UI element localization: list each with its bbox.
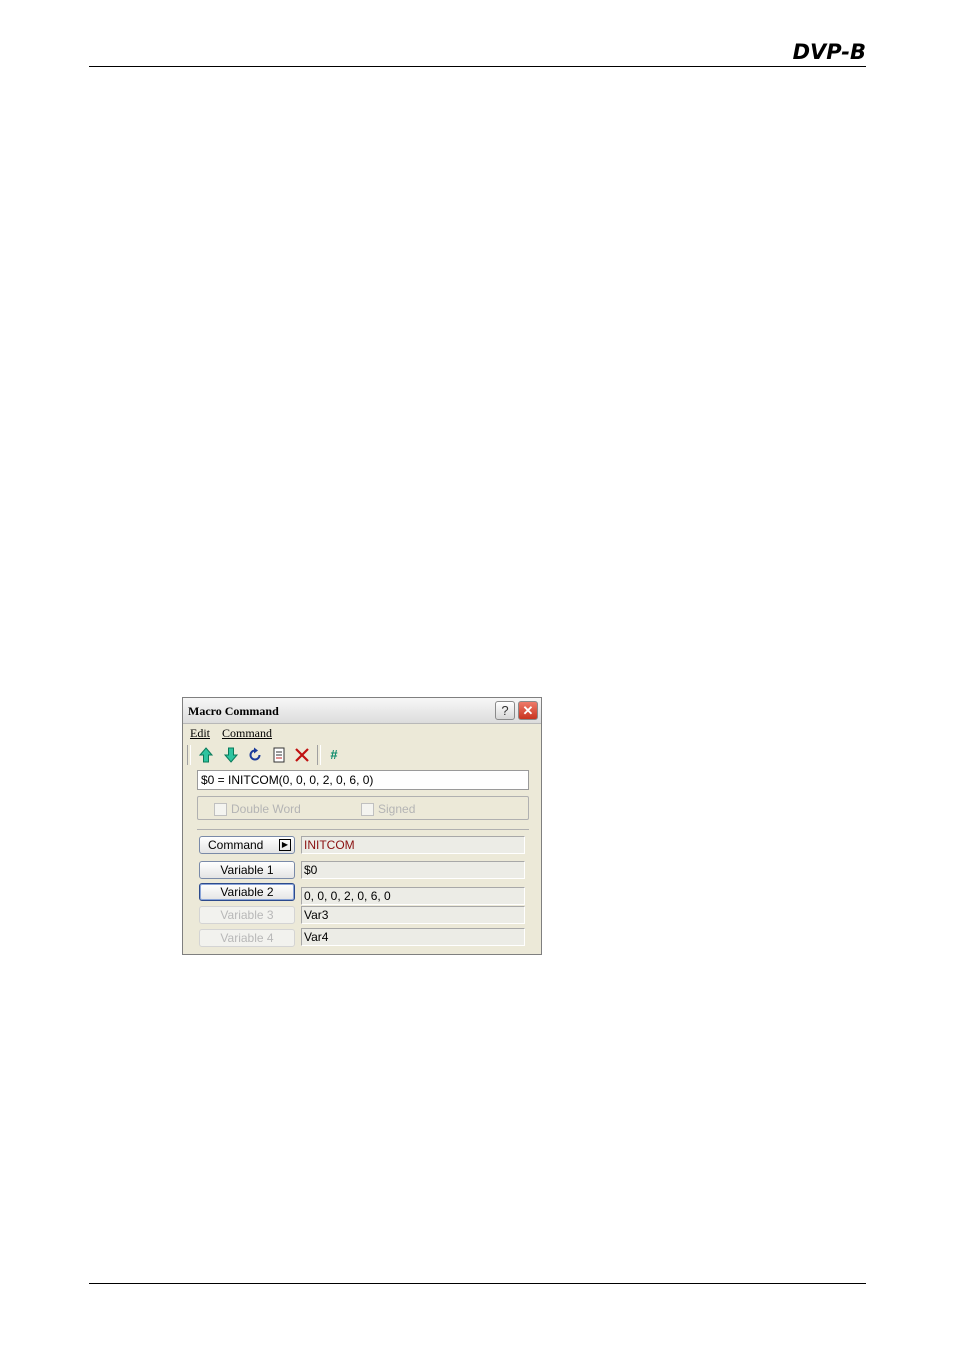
document-icon[interactable] [270, 746, 288, 764]
variable-4-field[interactable]: Var4 [301, 928, 525, 946]
signed-checkbox[interactable] [361, 803, 374, 816]
toolbar-separator [187, 745, 191, 765]
footer-rule [89, 1283, 866, 1284]
parameter-group: Command ▶ INITCOM Variable 1 $0 Variable… [197, 829, 529, 949]
command-value-field[interactable]: INITCOM [301, 836, 525, 854]
command-button[interactable]: Command ▶ [199, 836, 295, 854]
variable-3-field[interactable]: Var3 [301, 906, 525, 924]
refresh-icon[interactable] [246, 746, 264, 764]
help-button[interactable]: ? [495, 701, 515, 720]
double-word-checkbox[interactable] [214, 803, 227, 816]
menu-edit[interactable]: Edit [190, 726, 210, 741]
expression-field[interactable]: $0 = INITCOM(0, 0, 0, 2, 0, 6, 0) [197, 770, 529, 790]
toolbar: # [187, 743, 537, 767]
hash-icon[interactable]: # [325, 746, 343, 764]
signed-label: Signed [378, 802, 416, 816]
play-arrow-icon: ▶ [279, 839, 291, 851]
variable-4-button[interactable]: Variable 4 [199, 929, 295, 947]
arrow-up-icon[interactable] [197, 746, 215, 764]
command-button-label: Command [208, 838, 264, 852]
menu-command[interactable]: Command [222, 726, 272, 741]
variable-2-button[interactable]: Variable 2 [199, 883, 295, 901]
variable-2-field[interactable]: 0, 0, 0, 2, 0, 6, 0 [301, 887, 525, 905]
menu-bar: Edit Command [183, 724, 541, 741]
dialog-title: Macro Command [188, 704, 279, 718]
delete-icon[interactable] [293, 746, 311, 764]
close-button[interactable]: ✕ [518, 701, 538, 720]
variable-1-field[interactable]: $0 [301, 861, 525, 879]
variable-3-button[interactable]: Variable 3 [199, 906, 295, 924]
brand-logo: DVP-B [792, 40, 866, 64]
header-rule [89, 66, 866, 67]
arrow-down-icon[interactable] [222, 746, 240, 764]
macro-command-dialog: Macro Command ? ✕ Edit Command # $0 = IN… [182, 697, 542, 955]
double-word-label: Double Word [231, 802, 301, 816]
options-group: Double Word Signed [197, 796, 529, 820]
variable-1-button[interactable]: Variable 1 [199, 861, 295, 879]
title-bar: Macro Command ? ✕ [183, 698, 541, 724]
toolbar-separator [317, 745, 321, 765]
